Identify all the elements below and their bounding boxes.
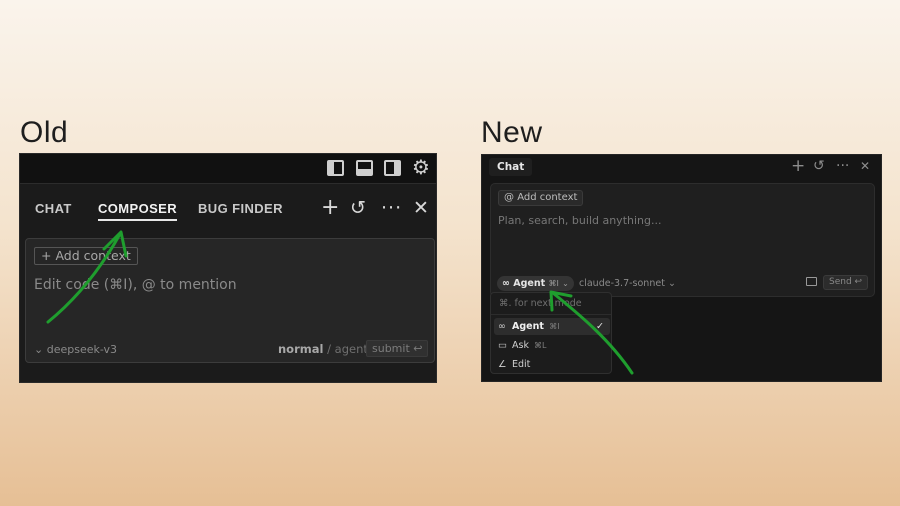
tab-chat[interactable]: CHAT: [35, 201, 72, 216]
image-icon[interactable]: [806, 277, 817, 286]
new-input-box[interactable]: @ Add context Plan, search, build anythi…: [490, 183, 875, 297]
plus-icon: +: [41, 248, 56, 263]
mode-selector-button[interactable]: ∞ Agent ⌘I ⌄: [497, 276, 574, 291]
gear-icon[interactable]: ⚙: [412, 156, 430, 178]
plus-icon[interactable]: +: [321, 197, 339, 219]
old-tab-bar: CHAT COMPOSER BUG FINDER: [20, 184, 436, 236]
at-icon: @: [504, 192, 518, 203]
old-heading: Old: [20, 116, 69, 149]
mode-search-hint[interactable]: ⌘. for next mode: [499, 298, 582, 309]
infinity-icon: ∞: [498, 321, 506, 332]
old-titlebar: ⚙: [20, 154, 436, 184]
mode-agent[interactable]: agent: [335, 342, 368, 356]
history-icon[interactable]: ↺: [350, 198, 366, 218]
panel-right-icon[interactable]: [384, 160, 401, 176]
more-icon[interactable]: ···: [381, 198, 402, 218]
checkmark-icon: ✓: [596, 321, 604, 332]
tab-bug-finder[interactable]: BUG FINDER: [198, 201, 283, 216]
mode-option-edit[interactable]: ∠ Edit: [494, 356, 610, 373]
send-button[interactable]: Send ↩: [823, 275, 869, 290]
submit-button[interactable]: submit ↩: [366, 340, 429, 357]
composer-input-placeholder[interactable]: Edit code (⌘I), @ to mention: [34, 277, 237, 293]
history-icon[interactable]: ↺: [813, 157, 825, 175]
tab-chat[interactable]: Chat: [489, 158, 533, 176]
model-selector[interactable]: claude-3.7-sonnet ⌄: [579, 278, 676, 289]
chat-input-placeholder[interactable]: Plan, search, build anything...: [498, 214, 661, 227]
chat-bubble-icon: ▭: [498, 340, 507, 351]
mode-dropdown: ⌘. for next mode ∞ Agent ⌘I ✓ ▭ Ask ⌘L ∠ Ed…: [490, 292, 612, 374]
more-icon[interactable]: ···: [836, 157, 849, 175]
infinity-icon: ∞: [502, 278, 514, 289]
mode-toggle[interactable]: normal / agent: [278, 342, 368, 356]
mode-option-ask[interactable]: ▭ Ask ⌘L: [494, 337, 610, 354]
new-chat-panel: Chat + ↺ ··· ✕ @ Add context Plan, searc…: [481, 154, 882, 382]
panel-left-icon[interactable]: [327, 160, 344, 176]
old-composer-panel: ⚙ CHAT COMPOSER BUG FINDER + ↺ ··· ✕ + A…: [19, 153, 437, 383]
chevron-down-icon: ⌄: [667, 278, 676, 289]
close-icon[interactable]: ✕: [413, 198, 429, 218]
chevron-down-icon: ⌄: [562, 279, 569, 288]
old-input-box[interactable]: + Add context Edit code (⌘I), @ to menti…: [25, 238, 435, 363]
mode-option-agent[interactable]: ∞ Agent ⌘I ✓: [494, 318, 610, 335]
tab-composer[interactable]: COMPOSER: [98, 201, 178, 221]
panel-bottom-icon[interactable]: [356, 160, 373, 176]
dropdown-divider: [491, 314, 611, 315]
pencil-icon: ∠: [498, 359, 507, 370]
agent-shortcut: ⌘I: [548, 279, 559, 288]
new-heading: New: [481, 116, 543, 149]
add-context-button[interactable]: @ Add context: [498, 190, 584, 206]
mode-normal[interactable]: normal: [278, 342, 323, 356]
plus-icon[interactable]: +: [791, 157, 805, 175]
chevron-down-icon: ⌄: [34, 343, 47, 356]
close-icon[interactable]: ✕: [860, 157, 870, 175]
mode-separator: /: [327, 342, 331, 356]
model-selector[interactable]: ⌄ deepseek-v3: [34, 343, 117, 356]
add-context-button[interactable]: + Add context: [34, 247, 138, 265]
